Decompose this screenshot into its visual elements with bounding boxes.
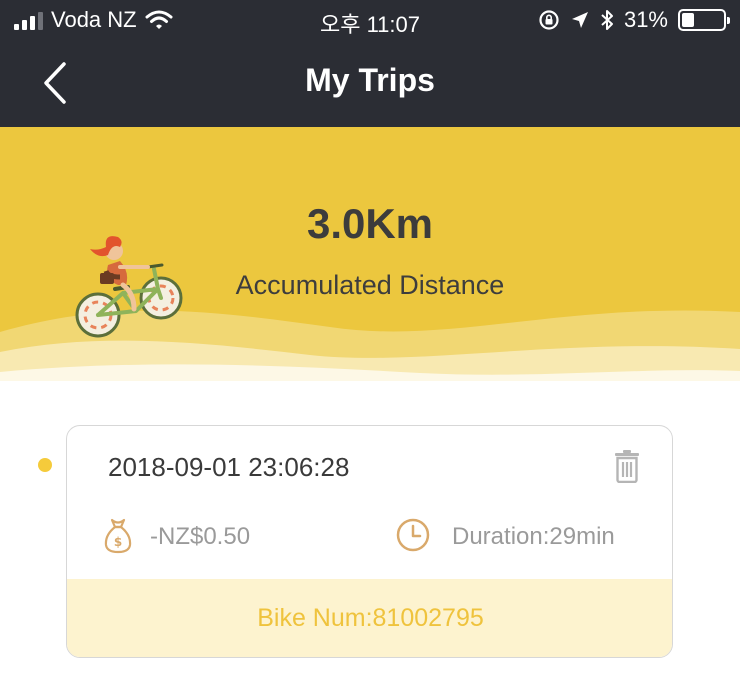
money-bag-icon: $ <box>104 518 132 554</box>
trip-cost: -NZ$0.50 <box>150 523 251 550</box>
delete-trip-button[interactable] <box>612 449 642 484</box>
trip-datetime: 2018-09-01 23:06:28 <box>108 452 350 482</box>
accumulated-distance-label: Accumulated Distance <box>235 270 505 300</box>
location-arrow-icon <box>571 12 588 28</box>
status-bar: Voda NZ 오후 11:07 31% <box>0 0 740 44</box>
battery-percent: 31% <box>623 7 668 32</box>
battery-icon <box>678 9 730 31</box>
clock-icon <box>396 518 430 552</box>
timeline-dot <box>38 458 52 472</box>
page-title: My Trips <box>305 62 435 98</box>
top-bar: Voda NZ 오후 11:07 31% My Trips <box>0 0 740 127</box>
orientation-lock-icon <box>539 10 559 30</box>
accumulated-distance-value: 3.0Km <box>306 200 434 247</box>
trip-card-footer: Bike Num:81002795 <box>67 579 672 657</box>
status-right: 31% <box>538 7 730 33</box>
bluetooth-icon <box>601 10 613 30</box>
trip-duration: Duration:29min <box>452 523 615 550</box>
trash-icon <box>615 450 639 484</box>
distance-summary: 3.0Km Accumulated Distance <box>0 127 740 387</box>
bike-number: Bike Num:81002795 <box>257 604 484 632</box>
trip-card[interactable]: 2018-09-01 23:06:28 $ -NZ$0.50 Duration:… <box>66 425 673 658</box>
svg-text:$: $ <box>114 535 122 549</box>
